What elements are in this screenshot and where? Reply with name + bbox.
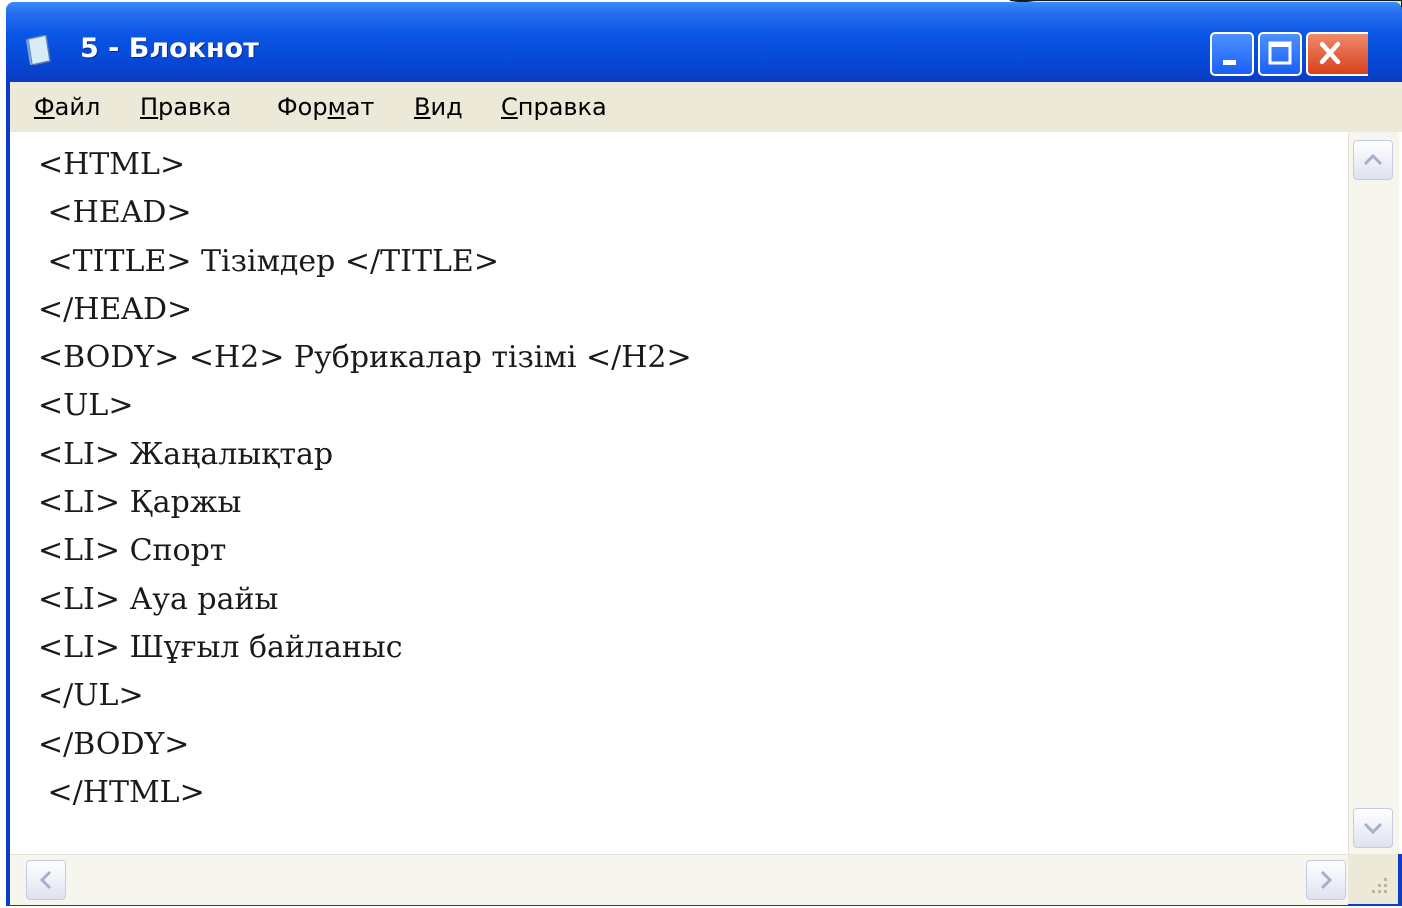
window-title: 5 - Блокнот — [80, 33, 259, 64]
minimize-icon — [1223, 60, 1236, 65]
size-grip-icon — [1372, 878, 1387, 893]
scroll-down-button[interactable] — [1353, 808, 1393, 848]
menu-file[interactable]: Файл — [34, 92, 100, 122]
menu-edit[interactable]: Правка — [140, 92, 231, 122]
menu-view[interactable]: Вид — [414, 92, 463, 122]
scroll-down-arrow-icon — [1363, 822, 1383, 835]
scroll-up-arrow-icon — [1363, 153, 1383, 166]
menu-format[interactable]: Формат — [277, 92, 374, 122]
title-bar[interactable]: 5 - Блокнот — [6, 2, 1402, 82]
close-button[interactable] — [1306, 32, 1368, 76]
scroll-left-button[interactable] — [26, 860, 66, 900]
menu-help[interactable]: Справка — [501, 92, 607, 122]
menu-bar: Файл Правка Формат Вид Справка — [10, 82, 1402, 132]
scroll-up-button[interactable] — [1353, 140, 1393, 180]
horizontal-scrollbar[interactable] — [10, 854, 1348, 905]
scroll-right-arrow-icon — [1320, 870, 1333, 890]
editor-text[interactable]: <HTML> <HEAD> <TITLE> Тізімдер </TITLE> … — [38, 141, 692, 817]
maximize-button[interactable] — [1258, 32, 1302, 76]
scroll-right-button[interactable] — [1306, 860, 1346, 900]
minimize-button[interactable] — [1210, 32, 1254, 76]
text-editor[interactable]: <HTML> <HEAD> <TITLE> Тізімдер </TITLE> … — [10, 132, 1402, 854]
notepad-window: 5 - Блокнот Файл Правка Формат Вид Справ… — [6, 2, 1402, 906]
size-grip[interactable] — [1348, 854, 1398, 904]
scroll-left-arrow-icon — [39, 870, 52, 890]
maximize-icon — [1268, 41, 1292, 65]
vertical-scrollbar[interactable] — [1348, 132, 1399, 854]
close-icon — [1319, 41, 1341, 65]
notepad-icon — [26, 35, 51, 65]
